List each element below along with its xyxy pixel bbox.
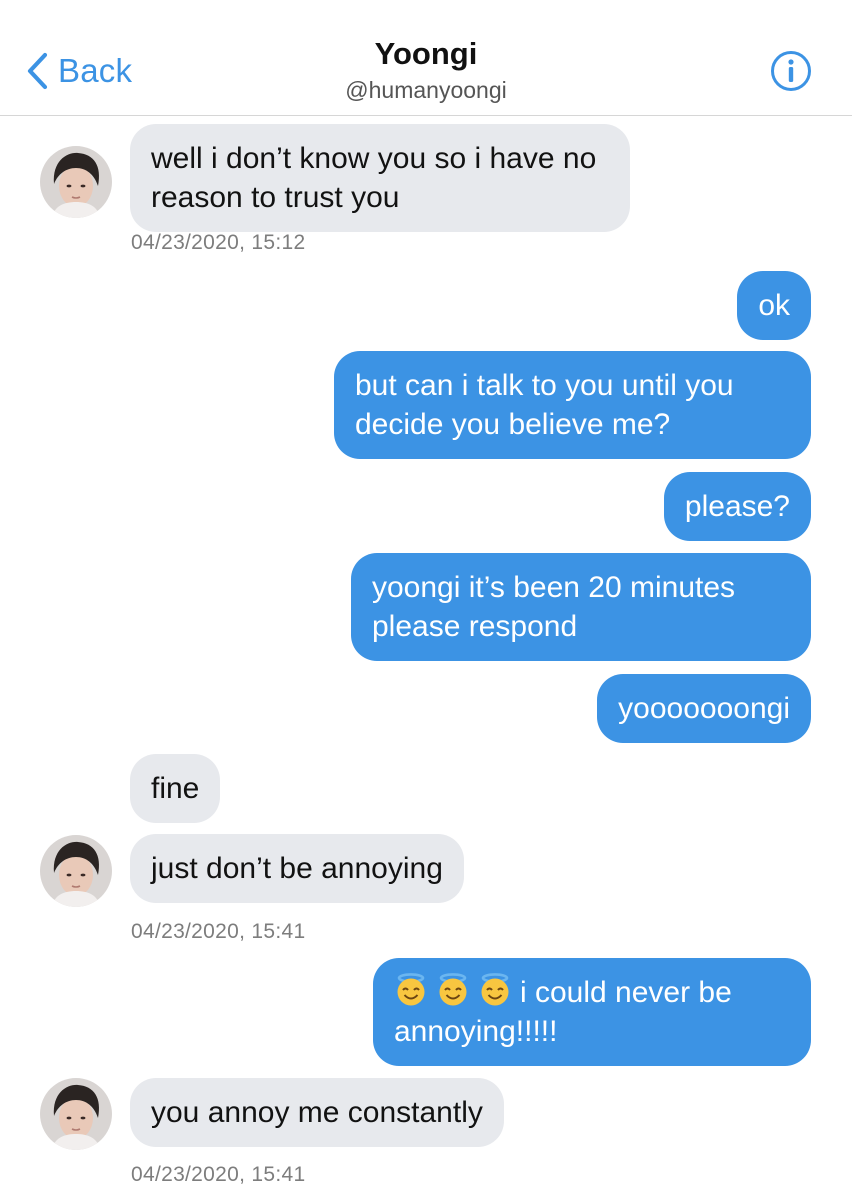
avatar[interactable]: [40, 835, 112, 907]
contact-name: Yoongi: [374, 36, 478, 71]
contact-title[interactable]: Yoongi @humanyoongi: [0, 36, 852, 106]
message-text: just don’t be annoying: [151, 852, 443, 885]
message-text: fine: [151, 772, 200, 805]
received-message[interactable]: you annoy me constantly: [130, 1078, 504, 1147]
message-text: you annoy me constantly: [151, 1096, 483, 1129]
avatar[interactable]: [40, 1078, 112, 1150]
message-text: yoongi it’s been 20 minutes please respo…: [372, 571, 736, 643]
message-timestamp: 04/23/2020, 15:41: [131, 1163, 306, 1186]
received-message[interactable]: just don’t be annoying: [130, 834, 464, 903]
conversation-header: Back Yoongi @humanyoongi: [0, 0, 852, 116]
sent-message[interactable]: yooooooongi: [597, 674, 811, 743]
contact-handle: @humanyoongi: [345, 77, 507, 103]
sent-message[interactable]: ok: [737, 271, 811, 340]
avatar[interactable]: [40, 146, 112, 218]
smiling-face-with-halo-icon: [481, 973, 509, 1006]
smiling-face-with-halo-icon: [439, 973, 467, 1006]
message-text: ok: [758, 289, 790, 322]
sent-message[interactable]: yoongi it’s been 20 minutes please respo…: [351, 553, 811, 661]
message-timestamp: 04/23/2020, 15:41: [131, 920, 306, 943]
message-text: yooooooongi: [618, 692, 790, 725]
message-text: please?: [684, 490, 790, 523]
sent-message[interactable]: i could never be annoying!!!!!: [373, 958, 811, 1066]
message-text: but can i talk to you until you decide y…: [355, 369, 734, 441]
sent-message[interactable]: please?: [663, 472, 811, 541]
message-timestamp: 04/23/2020, 15:12: [131, 231, 306, 254]
received-message[interactable]: fine: [130, 754, 221, 823]
message-text: well i don’t know you so i have no reaso…: [151, 142, 597, 214]
received-message[interactable]: well i don’t know you so i have no reaso…: [130, 124, 630, 232]
smiling-face-with-halo-icon: [397, 973, 425, 1006]
sent-message[interactable]: but can i talk to you until you decide y…: [334, 351, 811, 459]
info-circle-icon[interactable]: [770, 50, 812, 92]
